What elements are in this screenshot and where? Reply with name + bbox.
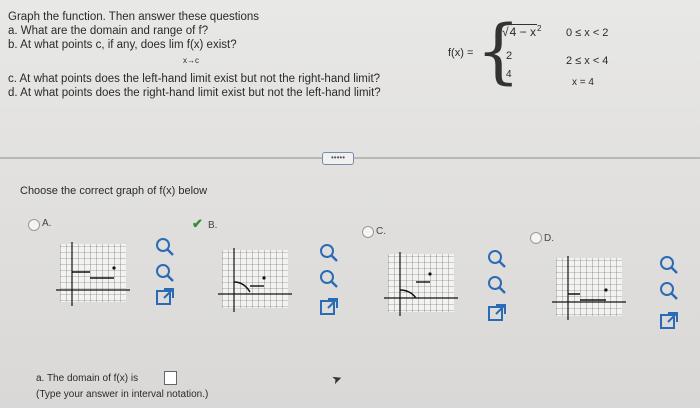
option-d-radio[interactable] — [530, 232, 542, 244]
graph-b[interactable] — [216, 246, 294, 314]
question-intro: Graph the function. Then answer these qu… — [8, 11, 260, 23]
graph-a[interactable] — [54, 240, 132, 308]
sqrt-exponent: 2 — [536, 24, 542, 33]
answer-a-hint: (Type your answer in interval notation.) — [36, 389, 209, 400]
question-d: d. At what points does the right-hand li… — [8, 87, 381, 99]
zoom-out-icon[interactable] — [486, 274, 508, 296]
piece-1-cond: 0 ≤ x < 2 — [566, 27, 609, 39]
domain-input[interactable] — [164, 371, 177, 385]
mouse-cursor-icon: ➤ — [329, 370, 345, 388]
piece-3-cond: x = 4 — [572, 77, 594, 88]
zoom-in-icon[interactable] — [658, 254, 680, 276]
choose-prompt: Choose the correct graph of f(x) below — [20, 185, 208, 197]
question-a: a. What are the domain and range of f? — [8, 25, 209, 37]
zoom-in-icon[interactable] — [318, 242, 340, 264]
graph-c[interactable] — [382, 250, 460, 318]
answer-a-label: a. The domain of f(x) is — [36, 373, 139, 384]
function-name: f(x) = — [448, 47, 474, 59]
popout-icon[interactable] — [318, 296, 340, 318]
sqrt-radicand: 4 − x — [508, 24, 537, 39]
question-c: c. At what points does the left-hand lim… — [8, 73, 381, 85]
graph-b-grid — [222, 250, 288, 308]
piece-2-cond: 2 ≤ x < 4 — [566, 55, 609, 67]
piece-3-expr: 4 — [506, 69, 512, 80]
piece-1-expr: √4 − x2 — [502, 22, 541, 39]
popout-icon[interactable] — [154, 286, 176, 308]
expand-more-button[interactable]: ••••• — [322, 152, 354, 165]
option-c-label: C. — [376, 226, 386, 237]
option-b-check-icon[interactable]: ✔ — [192, 216, 203, 232]
graph-d-grid — [556, 258, 622, 316]
graph-a-point — [112, 266, 116, 270]
option-a-radio[interactable] — [28, 219, 40, 231]
zoom-out-icon[interactable] — [658, 280, 680, 302]
zoom-out-icon[interactable] — [318, 268, 340, 290]
zoom-out-icon[interactable] — [154, 262, 176, 284]
option-c-radio[interactable] — [362, 226, 374, 238]
option-b-label: B. — [208, 220, 218, 231]
zoom-in-icon[interactable] — [154, 236, 176, 258]
sqrt-symbol: √ — [502, 25, 509, 39]
option-d-label: D. — [544, 233, 554, 244]
graph-d-point — [604, 288, 608, 292]
graph-c-grid — [388, 254, 454, 312]
graph-c-point — [428, 272, 432, 276]
question-b-limit-sub: x→c — [183, 56, 199, 65]
piecewise-function: f(x) = { √4 − x2 0 ≤ x < 2 2 2 ≤ x < 4 4… — [440, 8, 680, 98]
popout-icon[interactable] — [486, 302, 508, 324]
option-a-label: A. — [42, 218, 52, 229]
zoom-in-icon[interactable] — [486, 248, 508, 270]
popout-icon[interactable] — [658, 310, 680, 332]
graph-b-point — [262, 276, 266, 280]
graph-a-grid — [60, 244, 126, 302]
graph-d[interactable] — [550, 254, 628, 322]
question-b: b. At what points c, if any, does lim f(… — [8, 39, 237, 51]
piece-2-expr: 2 — [506, 50, 513, 62]
